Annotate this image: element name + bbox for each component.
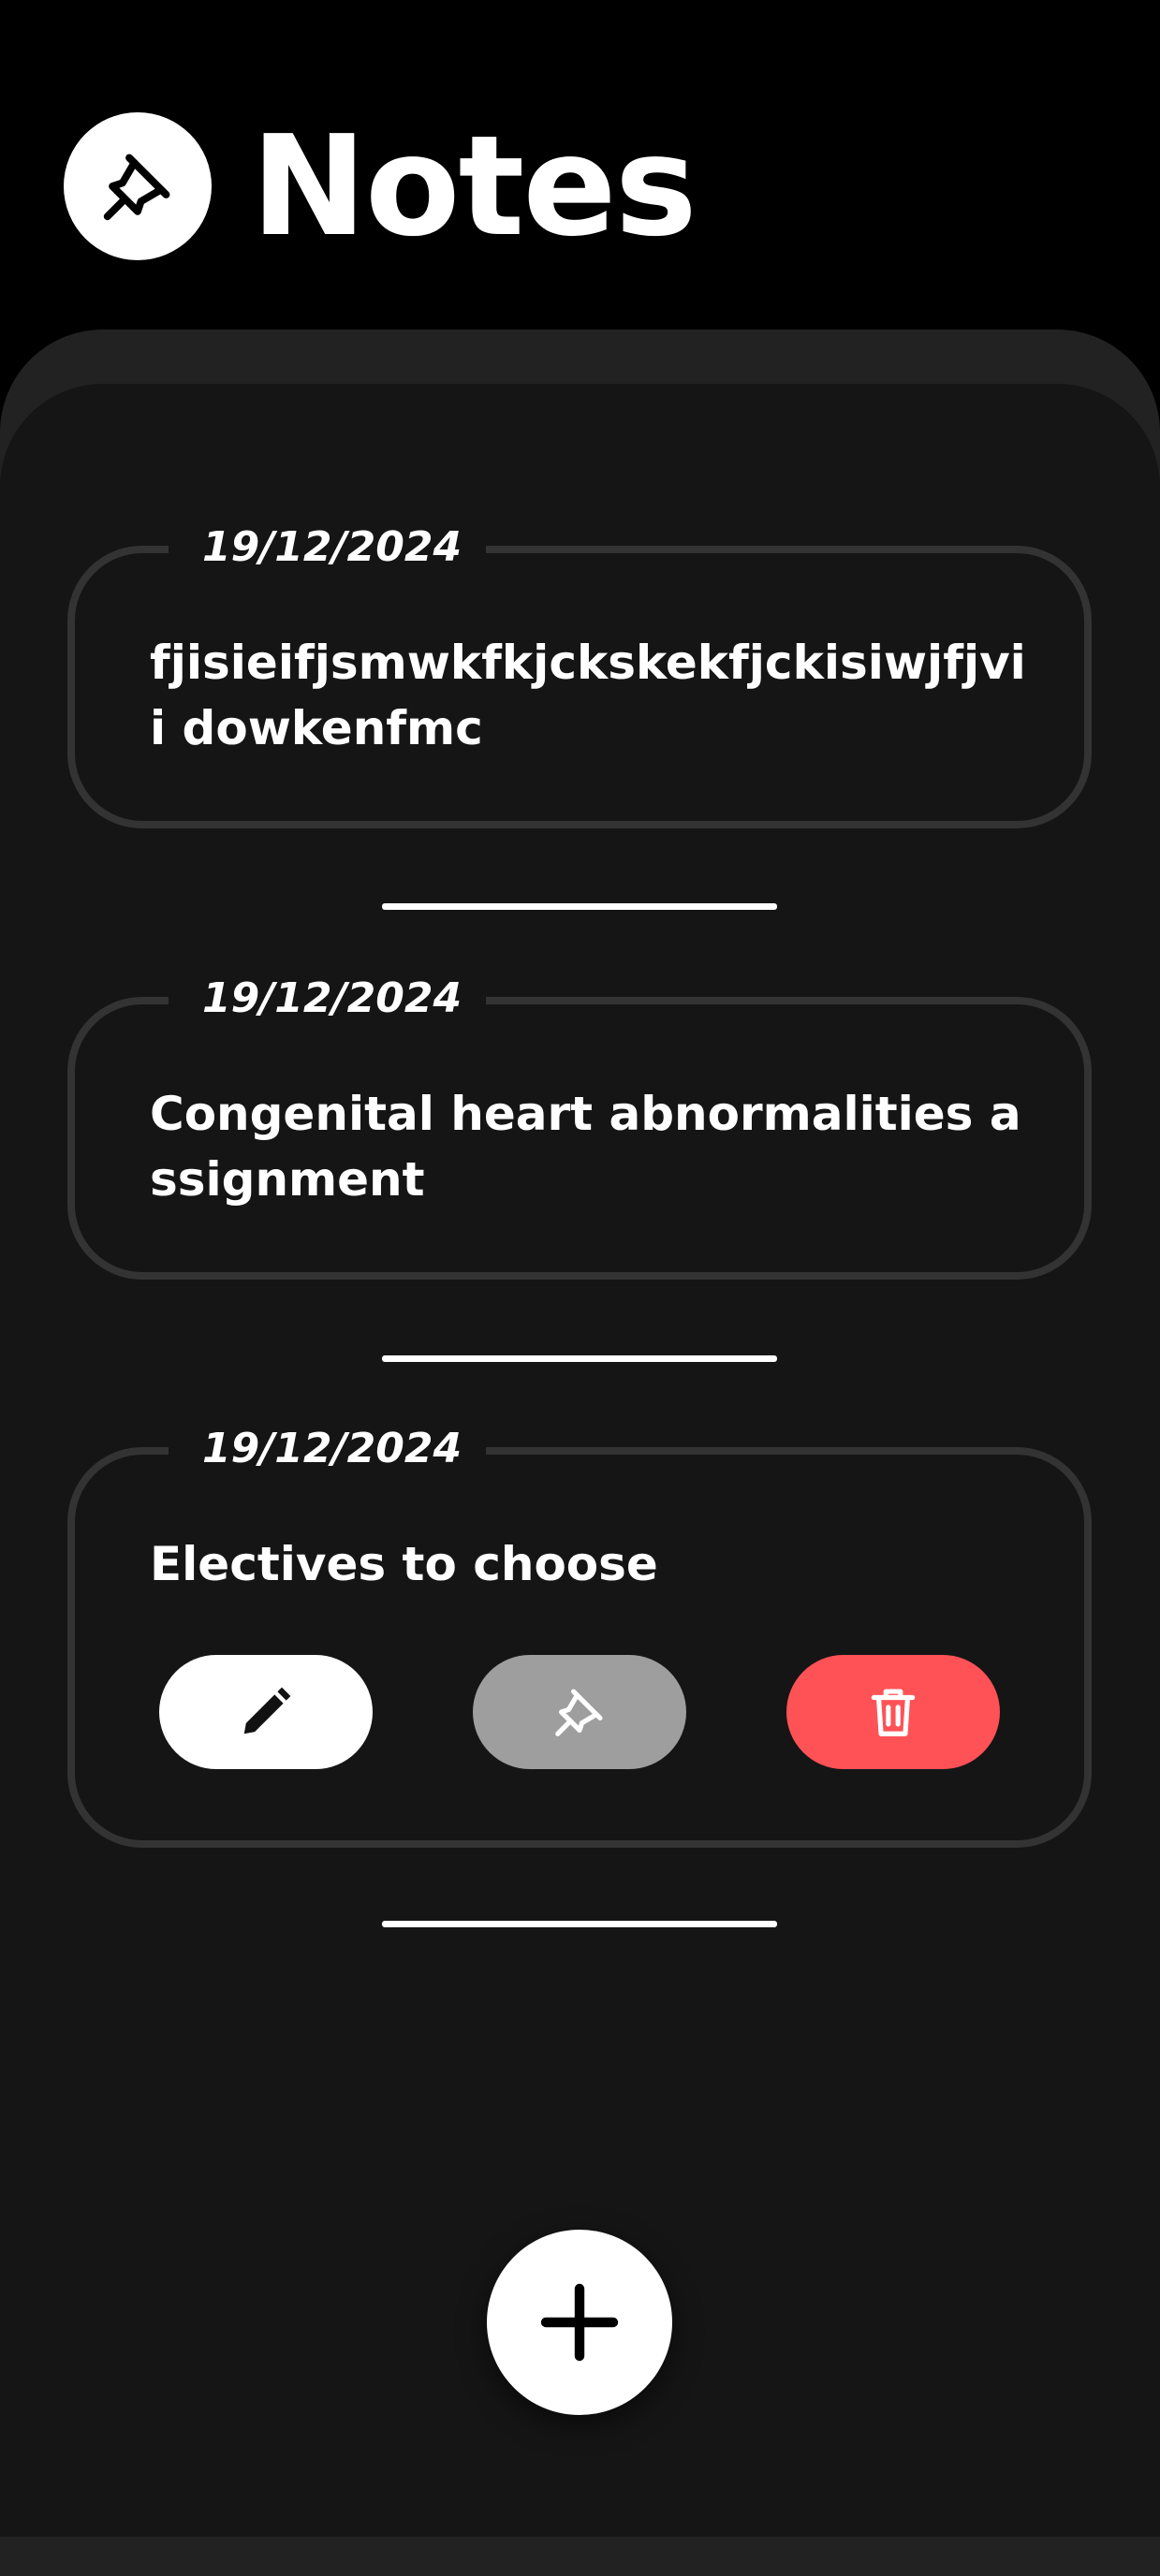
pin-button[interactable] xyxy=(473,1655,686,1769)
header-badge xyxy=(64,112,212,260)
plus-icon xyxy=(540,2283,619,2362)
delete-button[interactable] xyxy=(786,1655,1000,1769)
pin-icon xyxy=(103,154,170,221)
trash-icon xyxy=(871,1689,916,1736)
note-divider xyxy=(382,903,777,910)
note-date: 19/12/2024 xyxy=(169,965,487,1032)
note-divider xyxy=(382,1355,777,1362)
app-header: Notes xyxy=(64,106,697,267)
note-text: fjisieifjsmwkfkjckskekfjckisiwjfjvii dow… xyxy=(150,636,1026,755)
page-title: Notes xyxy=(251,106,697,267)
edit-button[interactable] xyxy=(159,1655,373,1769)
pencil-icon xyxy=(243,1687,291,1734)
add-note-button[interactable] xyxy=(487,2230,672,2415)
note-card-expanded[interactable]: 19/12/2024 Electives to choose xyxy=(67,1415,1092,1848)
note-divider xyxy=(382,1921,777,1927)
note-card[interactable]: 19/12/2024 Congenital heart abnormalitie… xyxy=(67,965,1092,1280)
note-date: 19/12/2024 xyxy=(169,514,487,581)
note-card[interactable]: 19/12/2024 fjisieifjsmwkfkjckskekfjckisi… xyxy=(67,514,1092,828)
note-text: Electives to choose xyxy=(150,1537,658,1591)
note-date: 19/12/2024 xyxy=(169,1415,487,1483)
note-text: Congenital heart abnormalities assignmen… xyxy=(150,1087,1021,1207)
pin-icon xyxy=(555,1689,603,1736)
